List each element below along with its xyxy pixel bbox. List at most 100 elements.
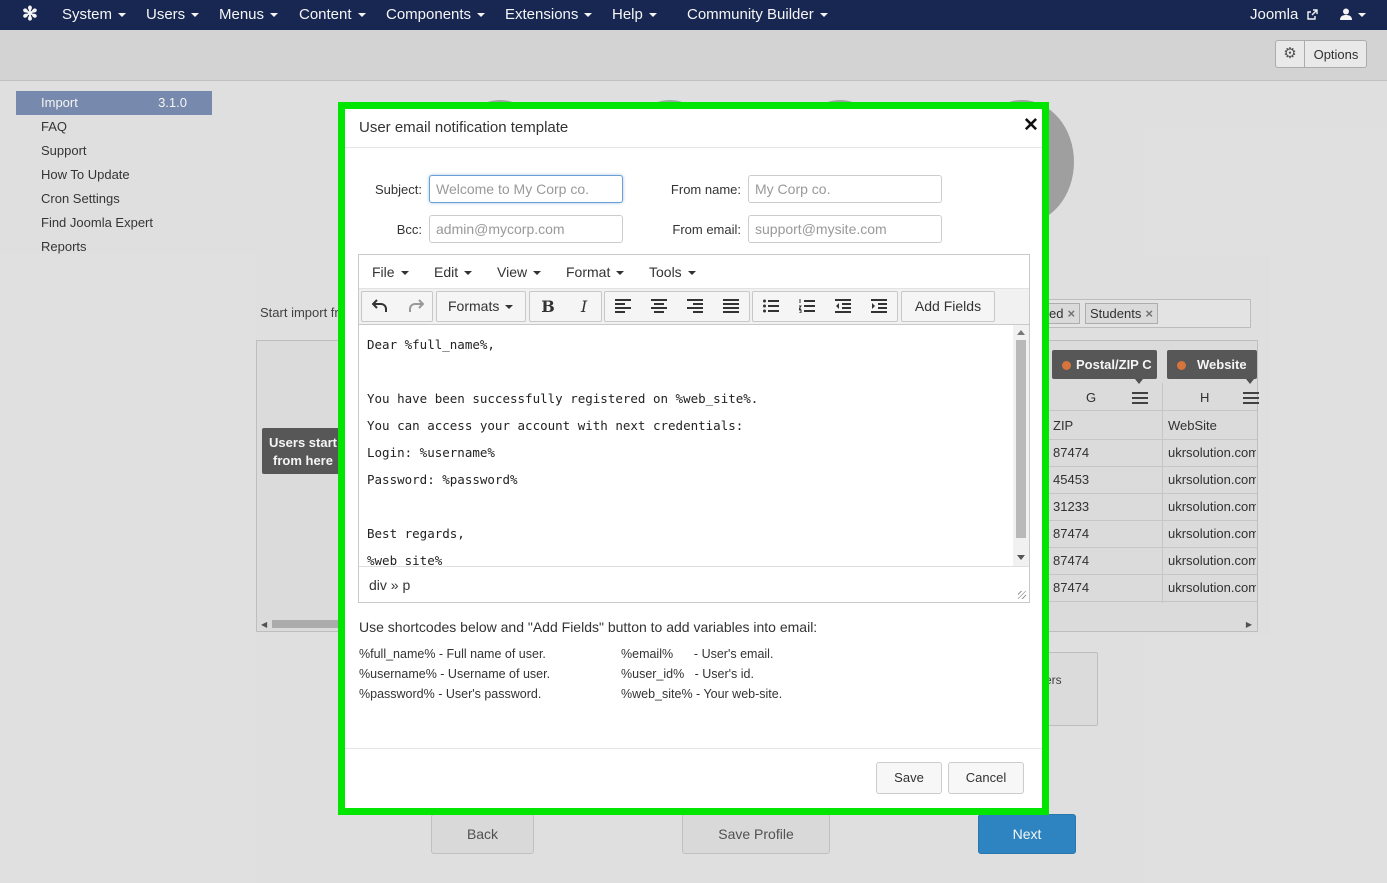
editor-menu-tools[interactable]: Tools	[649, 264, 696, 280]
element-path: div » p	[369, 577, 411, 593]
modal-header: User email notification template ✕	[345, 109, 1042, 148]
role-tag[interactable]: Students ×	[1085, 303, 1158, 324]
content-line: Password: %password%	[367, 472, 518, 487]
caret-down-icon	[191, 13, 200, 18]
text-style-group: B I	[529, 291, 602, 322]
scroll-right-icon[interactable]: ▶	[1246, 620, 1252, 629]
indent-icon[interactable]	[861, 292, 897, 321]
grid-divider	[1049, 574, 1257, 575]
column-menu-icon[interactable]	[1132, 392, 1148, 404]
align-justify-icon[interactable]	[713, 292, 749, 321]
shortcode-item: %full_name% - Full name of user.	[359, 647, 546, 661]
sidebar-item-faq[interactable]: FAQ	[16, 115, 212, 139]
shortcode-item: %web_site% - Your web-site.	[621, 687, 783, 701]
user-menu[interactable]	[1340, 0, 1366, 30]
bullet-list-icon[interactable]	[753, 292, 789, 321]
menu-components[interactable]: Components	[386, 0, 486, 30]
back-button[interactable]: Back	[431, 814, 534, 854]
caret-down-icon	[118, 13, 127, 18]
status-dot-icon	[1177, 361, 1186, 370]
menu-users[interactable]: Users	[146, 0, 200, 30]
menu-extensions[interactable]: Extensions	[505, 0, 593, 30]
column-mapping-website[interactable]: Website	[1167, 350, 1257, 379]
sidebar-item-import[interactable]: Import 3.1.0	[16, 91, 212, 115]
sidebar-item-how-to-update[interactable]: How To Update	[16, 163, 212, 187]
shortcodes-help-title: Use shortcodes below and "Add Fields" bu…	[359, 619, 818, 635]
external-link-icon	[1306, 9, 1318, 20]
bcc-input[interactable]	[429, 215, 623, 243]
site-link[interactable]: Joomla	[1250, 0, 1318, 30]
close-icon[interactable]: ✕	[1023, 116, 1039, 136]
subject-input[interactable]	[429, 175, 623, 203]
save-profile-button[interactable]: Save Profile	[682, 814, 830, 854]
caret-down-icon	[1358, 13, 1366, 18]
editor-content[interactable]: Dear %full_name%, You have been successf…	[359, 325, 1013, 566]
column-menu-icon[interactable]	[1243, 392, 1259, 404]
editor-menu-format[interactable]: Format	[566, 264, 625, 280]
align-center-icon[interactable]	[641, 292, 677, 321]
list-indent-group	[752, 291, 898, 322]
grid-divider	[1049, 493, 1257, 494]
content-line: Dear %full_name%,	[367, 337, 495, 352]
from-name-input[interactable]	[748, 175, 942, 203]
scroll-left-icon[interactable]: ◀	[261, 620, 267, 629]
bold-icon[interactable]: B	[530, 292, 566, 321]
from-email-input[interactable]	[748, 215, 942, 243]
numbered-list-icon[interactable]	[789, 292, 825, 321]
align-right-icon[interactable]	[677, 292, 713, 321]
menu-menus[interactable]: Menus	[219, 0, 279, 30]
remove-tag-icon[interactable]: ×	[1067, 306, 1075, 321]
menu-help[interactable]: Help	[612, 0, 657, 30]
italic-icon[interactable]: I	[566, 292, 602, 321]
editor-vertical-scrollbar[interactable]	[1013, 325, 1029, 566]
editor-menu-file[interactable]: File	[372, 264, 409, 280]
table-cell: ukrsolution.com	[1168, 445, 1256, 460]
sidebar-item-cron-settings[interactable]: Cron Settings	[16, 187, 212, 211]
column-letter: H	[1200, 390, 1210, 405]
table-cell: 87474	[1053, 526, 1090, 541]
caret-down-icon	[687, 271, 696, 276]
remove-tag-icon[interactable]: ×	[1145, 306, 1153, 321]
content-line: %web_site%	[367, 553, 443, 566]
column-letter: G	[1086, 390, 1097, 405]
status-dot-icon	[1062, 361, 1071, 370]
editor-menu-view[interactable]: View	[497, 264, 542, 280]
scroll-down-icon[interactable]	[1017, 555, 1025, 560]
joomla-logo-icon[interactable]: ✻	[20, 5, 40, 25]
resize-handle-icon[interactable]	[1018, 591, 1026, 599]
sidebar-item-find-joomla-expert[interactable]: Find Joomla Expert	[16, 211, 212, 235]
editor-toolbar: Formats B I Add Fields	[359, 289, 1029, 325]
save-button[interactable]: Save	[876, 762, 942, 794]
caret-down-icon	[505, 305, 514, 310]
table-cell: 87474	[1053, 445, 1090, 460]
alignment-group	[604, 291, 750, 322]
menu-system[interactable]: System	[62, 0, 127, 30]
formats-dropdown[interactable]: Formats	[436, 291, 526, 322]
scrollbar-thumb[interactable]	[1016, 340, 1026, 538]
content-line: Login: %username%	[367, 445, 495, 460]
menu-community-builder[interactable]: Community Builder	[687, 0, 828, 30]
column-header: ZIP	[1053, 418, 1074, 433]
add-fields-button[interactable]: Add Fields	[901, 291, 995, 322]
content-line: You can access your account with next cr…	[367, 418, 744, 433]
table-cell: ukrsolution.com	[1168, 499, 1256, 514]
scroll-up-icon[interactable]	[1017, 330, 1025, 335]
redo-icon[interactable]	[398, 292, 434, 321]
sidebar-item-support[interactable]: Support	[16, 139, 212, 163]
role-tag[interactable]: ed ×	[1044, 303, 1081, 324]
options-button[interactable]: ⚙ Options	[1275, 40, 1367, 68]
column-mapping-postal[interactable]: Postal/ZIP C	[1052, 350, 1157, 379]
editor-menubar: File Edit View Format Tools	[359, 255, 1029, 289]
menu-content[interactable]: Content	[299, 0, 366, 30]
editor-menu-edit[interactable]: Edit	[434, 264, 473, 280]
users-start-label: Users start from here	[262, 428, 344, 474]
sidebar-item-reports[interactable]: Reports	[16, 235, 212, 259]
modal-footer: Save Cancel	[345, 748, 1042, 808]
user-icon	[1340, 8, 1352, 20]
next-button[interactable]: Next	[978, 814, 1076, 854]
outdent-icon[interactable]	[825, 292, 861, 321]
editor-statusbar: div » p	[359, 566, 1029, 602]
align-left-icon[interactable]	[605, 292, 641, 321]
cancel-button[interactable]: Cancel	[948, 762, 1024, 794]
undo-icon[interactable]	[362, 292, 398, 321]
